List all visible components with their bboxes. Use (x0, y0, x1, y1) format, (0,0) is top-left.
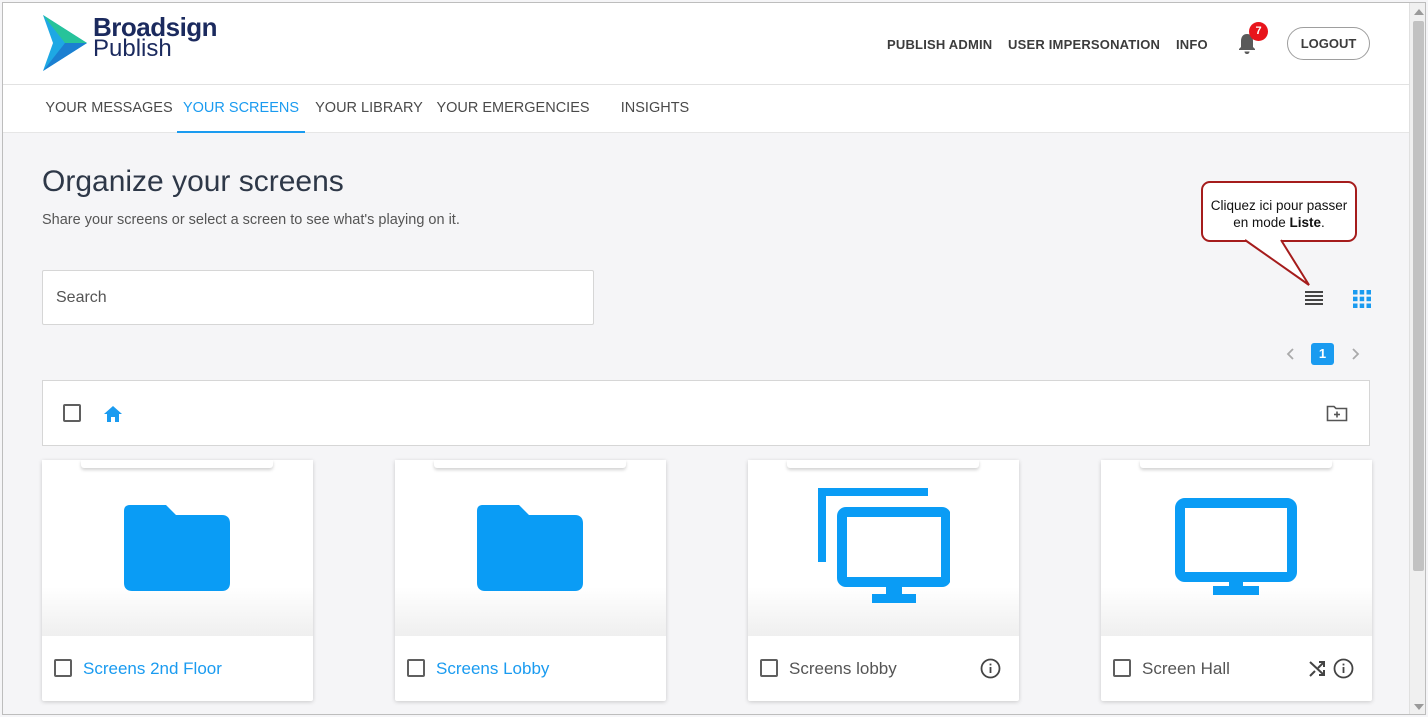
nav-user-impersonation[interactable]: USER IMPERSONATION (1008, 37, 1160, 52)
card-checkbox[interactable] (1113, 659, 1131, 677)
card-screens-lobby-group[interactable]: Screens lobby (748, 460, 1019, 701)
logout-button[interactable]: LOGOUT (1287, 27, 1370, 60)
page-subtitle: Share your screens or select a screen to… (42, 212, 460, 228)
card-screens-lobby-folder[interactable]: Screens Lobby (395, 460, 666, 701)
tab-your-emergencies[interactable]: YOUR EMERGENCIES (433, 85, 593, 133)
folder-icon (124, 505, 230, 591)
card-title: Screen Hall (1142, 659, 1230, 678)
monitor-icon (1175, 498, 1297, 595)
multi-monitor-icon (818, 488, 950, 603)
tab-your-messages[interactable]: YOUR MESSAGES (41, 85, 177, 133)
notification-badge: 7 (1249, 22, 1268, 41)
tab-insights[interactable]: INSIGHTS (609, 85, 701, 133)
card-title: Screens lobby (789, 659, 897, 678)
card-screens-2nd-floor[interactable]: Screens 2nd Floor (42, 460, 313, 701)
callout-bold-text: Liste (1289, 215, 1322, 230)
search-input[interactable] (42, 270, 594, 325)
top-bar: Broadsign Publish PUBLISH ADMIN USER IMP… (3, 3, 1409, 85)
page-scrollbar[interactable] (1409, 3, 1425, 714)
folder-toolbar (42, 380, 1370, 446)
callout-text-end: . (1321, 215, 1325, 230)
folder-icon (477, 505, 583, 591)
scroll-up-arrow-icon[interactable] (1414, 9, 1424, 15)
info-icon[interactable] (980, 658, 1001, 679)
chevron-right-icon[interactable] (1348, 345, 1362, 363)
page-title: Organize your screens (42, 165, 344, 198)
nav-info[interactable]: INFO (1176, 37, 1208, 52)
card-title[interactable]: Screens 2nd Floor (83, 659, 222, 679)
scroll-thumb[interactable] (1413, 21, 1424, 571)
page-number-current[interactable]: 1 (1311, 343, 1334, 365)
home-icon[interactable] (103, 405, 123, 423)
nav-publish-admin[interactable]: PUBLISH ADMIN (887, 37, 992, 52)
chevron-left-icon[interactable] (1284, 345, 1298, 363)
grid-view-icon[interactable] (1353, 290, 1371, 308)
card-screen-hall[interactable]: Screen Hall (1101, 460, 1372, 701)
list-view-icon[interactable] (1305, 290, 1323, 306)
tooltip-callout: Cliquez ici pour passer en mode Liste. (1201, 181, 1357, 242)
card-checkbox[interactable] (760, 659, 778, 677)
tab-your-screens[interactable]: YOUR SCREENS (177, 85, 305, 133)
broadsign-logo[interactable]: Broadsign Publish (41, 11, 221, 71)
new-folder-icon[interactable] (1326, 404, 1348, 422)
card-checkbox[interactable] (407, 659, 425, 677)
logo-mark-icon (43, 15, 87, 71)
main-tabs: YOUR MESSAGES YOUR SCREENS YOUR LIBRARY … (3, 85, 1409, 133)
app-window: Broadsign Publish PUBLISH ADMIN USER IMP… (2, 2, 1426, 715)
scroll-down-arrow-icon[interactable] (1414, 704, 1424, 710)
select-all-checkbox[interactable] (63, 404, 81, 422)
callout-text: Cliquez ici pour passer en mode (1210, 198, 1348, 230)
tab-your-library[interactable]: YOUR LIBRARY (305, 85, 433, 133)
card-title[interactable]: Screens Lobby (436, 659, 549, 679)
info-icon[interactable] (1333, 658, 1354, 679)
callout-pointer (1244, 239, 1310, 286)
card-checkbox[interactable] (54, 659, 72, 677)
shuffle-icon[interactable] (1308, 659, 1327, 678)
